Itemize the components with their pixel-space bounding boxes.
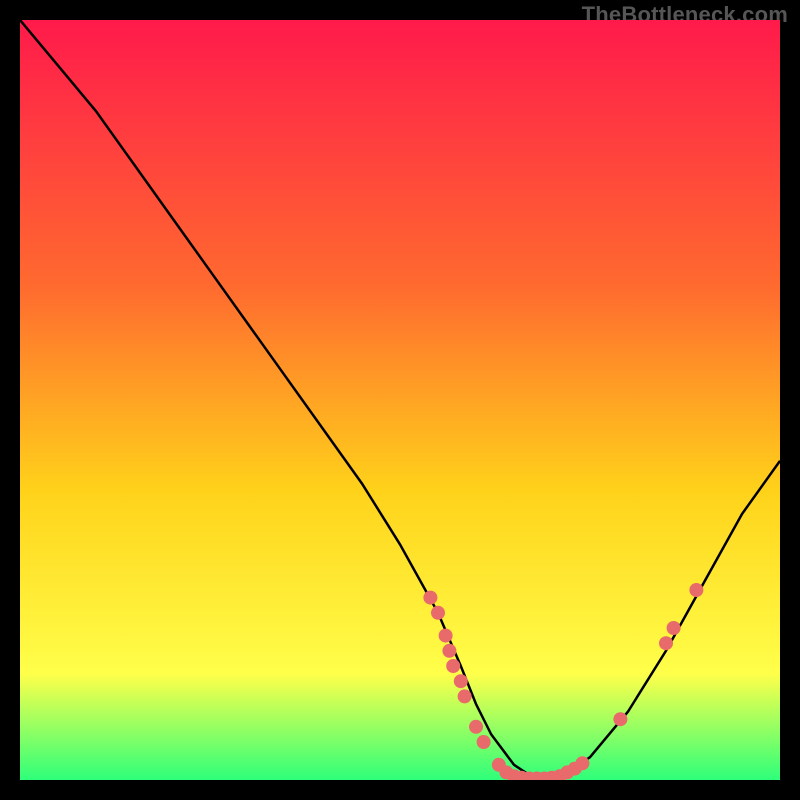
curve-marker: [469, 720, 483, 734]
curve-marker: [613, 712, 627, 726]
curve-marker: [439, 629, 453, 643]
curve-marker: [454, 674, 468, 688]
curve-marker: [477, 735, 491, 749]
curve-marker: [431, 606, 445, 620]
curve-marker: [575, 756, 589, 770]
chart-container: [20, 20, 780, 780]
curve-marker: [667, 621, 681, 635]
curve-marker: [442, 644, 456, 658]
curve-marker: [659, 636, 673, 650]
curve-marker: [458, 689, 472, 703]
gradient-background: [20, 20, 780, 780]
curve-marker: [689, 583, 703, 597]
curve-marker: [446, 659, 460, 673]
bottleneck-chart: [20, 20, 780, 780]
curve-marker: [423, 591, 437, 605]
